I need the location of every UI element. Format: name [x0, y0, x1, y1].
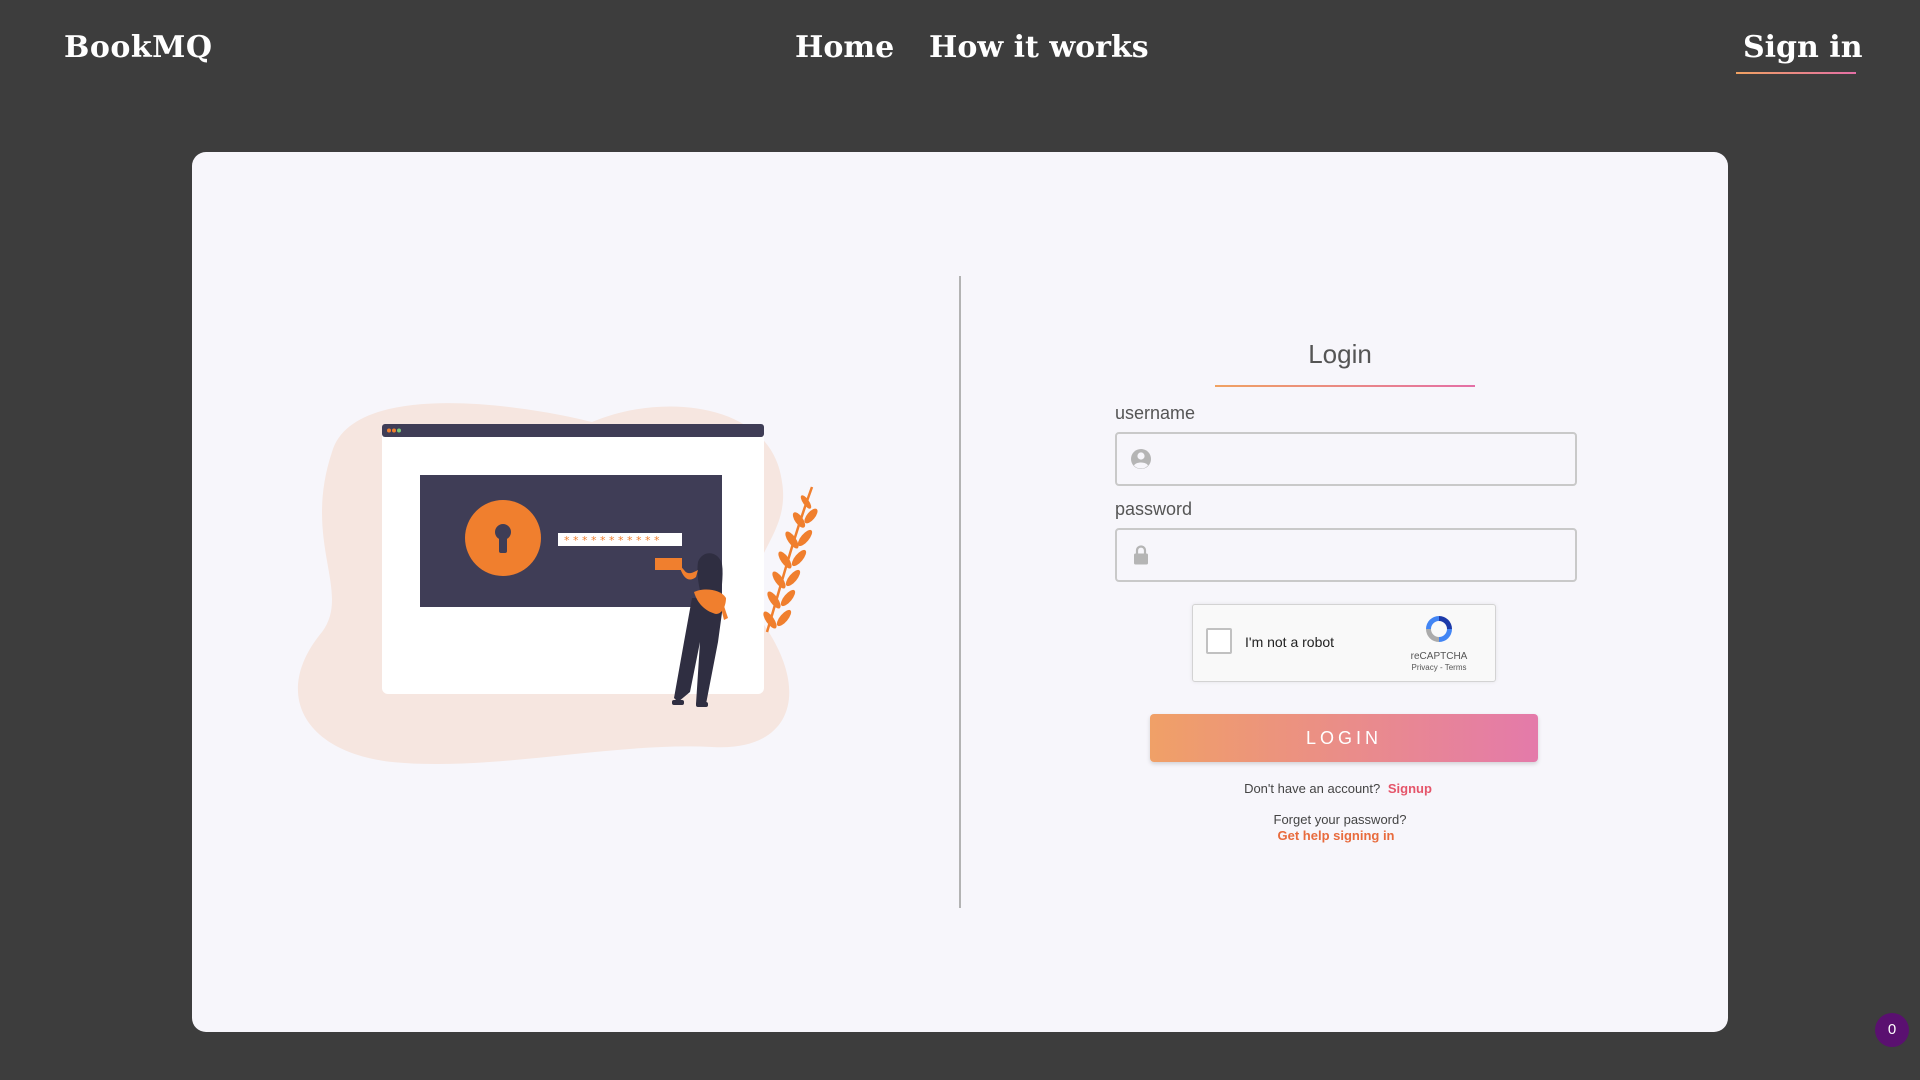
forgot-password-prompt: Forget your password?	[1273, 812, 1407, 827]
recaptcha-widget: I'm not a robot reCAPTCHA Privacy - Term…	[1192, 604, 1496, 682]
svg-text:* * * * * * * * * * *: * * * * * * * * * * *	[564, 534, 660, 547]
recaptcha-label: I'm not a robot	[1245, 634, 1335, 650]
counter-badge[interactable]: 0	[1875, 1013, 1909, 1047]
login-title-underline	[1215, 385, 1475, 387]
user-circle-icon	[1131, 449, 1151, 469]
get-help-signing-in-link[interactable]: Get help signing in	[1190, 828, 1482, 843]
username-label: username	[1115, 403, 1196, 423]
brand-logo[interactable]: BookMQ	[64, 30, 213, 65]
password-label: password	[1115, 499, 1193, 519]
signup-prompt: Don't have an account?	[1244, 781, 1381, 796]
recaptcha-checkbox[interactable]	[1206, 628, 1232, 654]
recaptcha-brand: reCAPTCHA	[1410, 651, 1468, 662]
signup-link[interactable]: Signup	[1388, 781, 1432, 796]
login-title: Login	[1308, 339, 1372, 369]
signup-row: Don't have an account? Signup	[1188, 781, 1488, 796]
login-card: * * * * * * * * * * * Login username pas…	[192, 152, 1728, 1032]
password-input[interactable]	[1165, 530, 1569, 582]
username-input[interactable]	[1165, 434, 1569, 486]
nav-home-link[interactable]: Home	[795, 30, 894, 65]
lock-icon	[1134, 545, 1148, 565]
login-button[interactable]: LOGIN	[1150, 714, 1538, 762]
sign-in-underline	[1736, 72, 1856, 74]
nav-how-it-works-link[interactable]: How it works	[929, 30, 1149, 65]
recaptcha-privacy-terms-link[interactable]: Privacy - Terms	[1404, 663, 1474, 672]
nav-sign-in-link[interactable]: Sign in	[1743, 30, 1863, 65]
password-field	[1115, 528, 1577, 582]
recaptcha-logo-icon	[1426, 616, 1452, 642]
vertical-divider	[959, 276, 961, 908]
username-field	[1115, 432, 1577, 486]
security-illustration: * * * * * * * * * * *	[297, 403, 818, 765]
